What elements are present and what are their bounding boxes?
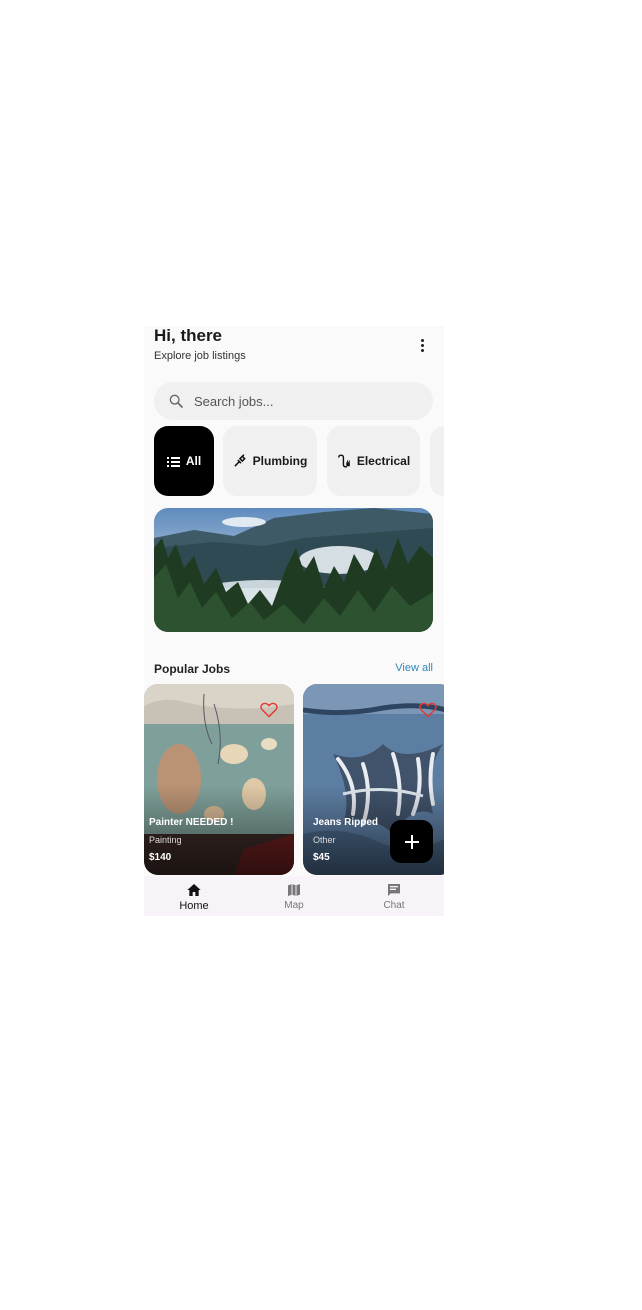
nav-label: Home bbox=[179, 900, 209, 912]
job-category: Painting bbox=[149, 835, 182, 845]
more-vert-icon bbox=[420, 338, 424, 342]
plumbing-icon bbox=[234, 454, 246, 467]
page-subtitle: Explore job listings bbox=[154, 350, 246, 362]
more-options-button[interactable] bbox=[414, 336, 430, 354]
more-vert-icon-dot bbox=[420, 348, 424, 352]
job-price: $140 bbox=[149, 852, 172, 863]
heart-outline-icon[interactable] bbox=[260, 702, 278, 718]
home-icon bbox=[187, 884, 201, 896]
chat-icon bbox=[388, 884, 400, 896]
job-price: $45 bbox=[313, 852, 330, 863]
category-chip-label: Electrical bbox=[356, 454, 411, 468]
page-title: Hi, there bbox=[154, 326, 223, 345]
job-card[interactable]: Painter NEEDED ! Painting $140 bbox=[144, 684, 294, 875]
header: Hi, there Explore job listings bbox=[154, 326, 434, 370]
search-icon bbox=[169, 394, 183, 408]
category-chip-more[interactable] bbox=[430, 426, 444, 496]
category-chip-label: Plumbing bbox=[252, 454, 308, 468]
section-title: Popular Jobs bbox=[154, 662, 231, 676]
add-job-button[interactable] bbox=[390, 820, 433, 863]
featured-banner-image[interactable] bbox=[154, 508, 433, 632]
category-chip-label: All bbox=[185, 454, 202, 468]
forest-landscape-image bbox=[154, 508, 433, 632]
map-icon bbox=[288, 884, 300, 896]
job-title: Jeans Ripped bbox=[313, 817, 379, 828]
nav-item-map[interactable]: Map bbox=[244, 876, 344, 916]
nav-item-chat[interactable]: Chat bbox=[344, 876, 444, 916]
bottom-navigation: Home Map Chat bbox=[144, 876, 444, 916]
electrical-icon bbox=[337, 454, 350, 468]
job-title: Painter NEEDED ! bbox=[149, 817, 234, 828]
heart-outline-icon[interactable] bbox=[419, 702, 437, 718]
app-screen: Hi, there Explore job listings All bbox=[144, 326, 444, 916]
nav-item-home[interactable]: Home bbox=[144, 876, 244, 916]
nav-label: Map bbox=[284, 900, 304, 911]
category-chip-plumbing[interactable]: Plumbing bbox=[223, 426, 317, 496]
category-chips: All Plumbing Electrical bbox=[154, 426, 444, 496]
nav-label: Chat bbox=[383, 900, 405, 911]
more-vert-icon-dot bbox=[420, 343, 424, 347]
category-chip-all[interactable]: All bbox=[154, 426, 214, 496]
search-bar[interactable] bbox=[154, 382, 433, 420]
list-icon bbox=[166, 456, 180, 467]
category-chip-electrical[interactable]: Electrical bbox=[327, 426, 420, 496]
plus-icon bbox=[404, 834, 419, 849]
job-category: Other bbox=[313, 835, 336, 845]
search-input[interactable] bbox=[192, 392, 416, 410]
view-all-link[interactable]: View all bbox=[395, 662, 433, 674]
